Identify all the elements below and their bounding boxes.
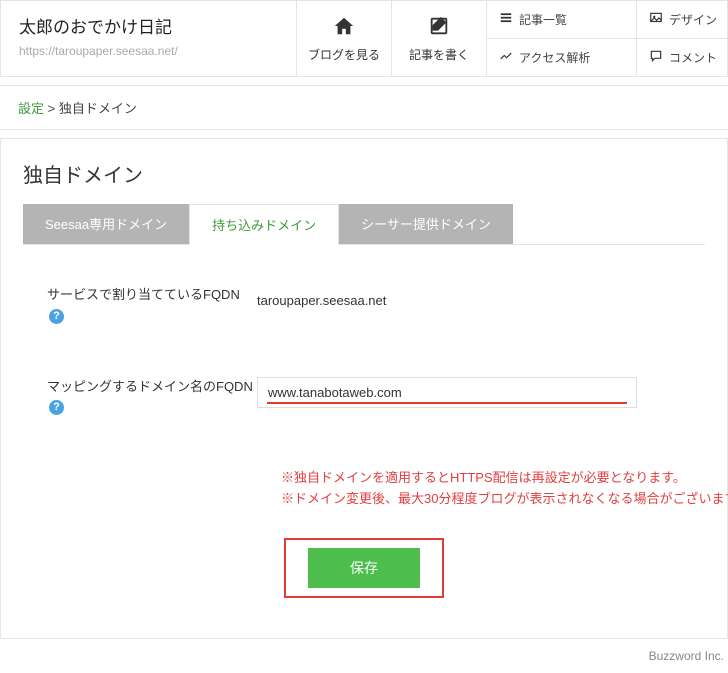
tab-seesaa-domain[interactable]: Seesaa専用ドメイン	[23, 204, 189, 244]
save-area: 保存	[47, 538, 681, 598]
article-list-label: 記事一覧	[519, 11, 567, 28]
help-icon[interactable]: ?	[49, 309, 64, 324]
warning-line-1: ※独自ドメインを適用するとHTTPS配信は再設定が必要となります。	[281, 468, 681, 489]
value-mapping-fqdn-wrap	[257, 377, 681, 408]
blog-title: 太郎のおでかけ日記	[19, 13, 278, 38]
row-assigned-fqdn: サービスで割り当てているFQDN ? taroupaper.seesaa.net	[47, 285, 681, 327]
domain-input-highlight	[257, 377, 637, 408]
breadcrumb-sep: >	[44, 101, 59, 116]
top-bar: 太郎のおでかけ日記 https://taroupaper.seesaa.net/…	[0, 0, 728, 77]
tab-bring-domain[interactable]: 持ち込みドメイン	[189, 204, 339, 245]
value-assigned-fqdn: taroupaper.seesaa.net	[257, 285, 681, 308]
label-mapping-fqdn-text: マッピングするドメイン名のFQDN	[47, 379, 253, 394]
comment-icon	[649, 49, 663, 66]
save-button[interactable]: 保存	[308, 548, 420, 588]
design-link[interactable]: デザイン	[637, 1, 727, 39]
domain-tabs: Seesaa専用ドメイン 持ち込みドメイン シーサー提供ドメイン	[23, 204, 705, 245]
blog-identity: 太郎のおでかけ日記 https://taroupaper.seesaa.net/	[1, 1, 297, 76]
blog-url[interactable]: https://taroupaper.seesaa.net/	[19, 44, 278, 58]
write-article-label: 記事を書く	[409, 46, 469, 63]
image-icon	[649, 11, 663, 28]
access-analysis-link[interactable]: アクセス解析	[487, 39, 637, 76]
tab-seesaa-provided-domain[interactable]: シーサー提供ドメイン	[339, 204, 513, 244]
access-analysis-label: アクセス解析	[519, 49, 590, 66]
warning-line-2: ※ドメイン変更後、最大30分程度ブログが表示されなくなる場合がございます。	[281, 489, 681, 510]
label-mapping-fqdn: マッピングするドメイン名のFQDN ?	[47, 377, 257, 419]
label-assigned-fqdn-text: サービスで割り当てているFQDN	[47, 287, 240, 302]
nav-stack-1: 記事一覧 アクセス解析	[487, 1, 637, 76]
domain-input[interactable]	[257, 377, 637, 408]
view-blog-button[interactable]: ブログを見る	[297, 1, 392, 76]
breadcrumb-current: 独自ドメイン	[59, 101, 137, 116]
page-title: 独自ドメイン	[23, 159, 705, 188]
write-article-button[interactable]: 記事を書く	[392, 1, 487, 76]
main-sheet: 独自ドメイン Seesaa専用ドメイン 持ち込みドメイン シーサー提供ドメイン …	[0, 138, 728, 639]
nav-stack-2: デザイン コメント	[637, 1, 727, 76]
chart-icon	[499, 49, 513, 66]
breadcrumb: 設定 > 独自ドメイン	[0, 85, 728, 130]
list-icon	[499, 11, 513, 28]
home-icon	[333, 15, 355, 40]
comment-label: コメント	[669, 49, 717, 66]
breadcrumb-parent[interactable]: 設定	[18, 101, 44, 116]
footer-credit: Buzzword Inc.	[0, 639, 728, 673]
save-highlight-frame: 保存	[284, 538, 444, 598]
help-icon[interactable]: ?	[49, 400, 64, 415]
label-assigned-fqdn: サービスで割り当てているFQDN ?	[47, 285, 257, 327]
form-area: サービスで割り当てているFQDN ? taroupaper.seesaa.net…	[23, 245, 705, 608]
article-list-link[interactable]: 記事一覧	[487, 1, 637, 39]
design-label: デザイン	[669, 11, 717, 28]
warning-text: ※独自ドメインを適用するとHTTPS配信は再設定が必要となります。 ※ドメイン変…	[47, 468, 681, 510]
edit-icon	[428, 15, 450, 40]
view-blog-label: ブログを見る	[308, 46, 380, 63]
comment-link[interactable]: コメント	[637, 39, 727, 76]
row-mapping-fqdn: マッピングするドメイン名のFQDN ?	[47, 377, 681, 419]
